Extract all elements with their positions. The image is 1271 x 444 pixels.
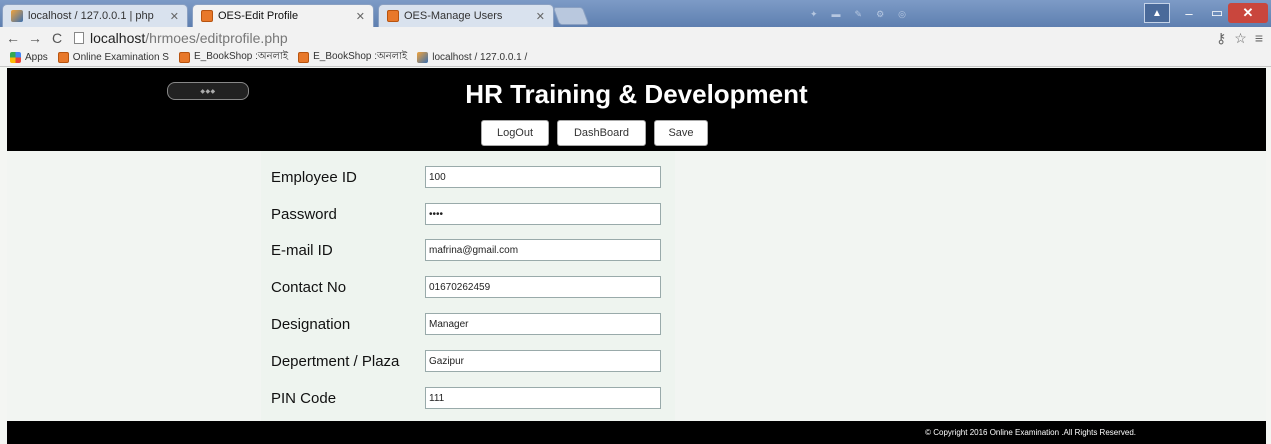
- employee-id-field[interactable]: [425, 166, 661, 188]
- designation-field[interactable]: [425, 313, 661, 335]
- employee-id-label: Employee ID: [271, 168, 357, 186]
- oes-icon: [201, 10, 213, 22]
- email-field[interactable]: [425, 239, 661, 261]
- tab-phpmyadmin[interactable]: localhost / 127.0.0.1 | php ✕: [2, 4, 188, 27]
- url-path: /hrmoes/editprofile.php: [145, 30, 288, 46]
- form-row-department: Depertment / Plaza: [271, 350, 661, 372]
- logout-button[interactable]: LogOut: [481, 120, 549, 146]
- phpmyadmin-icon: [11, 10, 23, 22]
- header-nav: LogOut DashBoard Save: [481, 120, 708, 146]
- form-row-designation: Designation: [271, 313, 661, 335]
- password-field[interactable]: [425, 203, 661, 225]
- browser-tabstrip: localhost / 127.0.0.1 | php ✕ OES-Edit P…: [0, 0, 1271, 27]
- bookmark-label: E_BookShop :অনলাই: [313, 51, 408, 62]
- oes-icon: [298, 52, 310, 63]
- oes-icon: [57, 52, 69, 63]
- form-row-contact: Contact No: [271, 276, 661, 298]
- window-close-icon[interactable]: ✕: [1228, 3, 1268, 23]
- ime-icon: ▬: [831, 9, 841, 19]
- ime-icon: ◎: [898, 8, 907, 19]
- bookmark-localhost[interactable]: localhost / 127.0.0.1 /: [417, 52, 527, 63]
- apps-icon: [10, 52, 21, 63]
- star-icon[interactable]: ☆: [1234, 30, 1247, 47]
- bookmark-label: E_BookShop :অনলাই: [193, 51, 289, 62]
- page-body: Employee ID Password E-mail ID Contact N…: [7, 151, 1266, 421]
- maximize-icon[interactable]: ▭: [1204, 3, 1230, 23]
- site-footer: © Copyright 2016 Online Examination .All…: [7, 421, 1266, 444]
- key-icon[interactable]: ⚷: [1216, 30, 1226, 47]
- form-row-email: E-mail ID: [271, 239, 661, 261]
- oes-icon: [178, 52, 190, 63]
- url-host: localhost: [90, 30, 146, 46]
- bookmark-online-examination[interactable]: Online Examination S: [57, 52, 169, 63]
- dashboard-button[interactable]: DashBoard: [557, 120, 646, 146]
- bookmark-label: Apps: [25, 52, 48, 63]
- user-icon[interactable]: ▲: [1144, 3, 1170, 23]
- contact-label: Contact No: [271, 278, 347, 296]
- close-icon[interactable]: ✕: [164, 10, 179, 23]
- close-icon[interactable]: ✕: [350, 10, 365, 23]
- phpmyadmin-icon: [417, 52, 429, 63]
- ime-icon: ⚙: [876, 8, 885, 19]
- pin-code-field[interactable]: [425, 387, 661, 409]
- contact-field[interactable]: [425, 276, 661, 298]
- form-row-password: Password: [271, 203, 661, 225]
- form-row-employee-id: Employee ID: [271, 166, 661, 188]
- minimize-icon[interactable]: –: [1176, 3, 1202, 23]
- menu-icon[interactable]: ≡: [1255, 30, 1263, 47]
- browser-toolbar: ← → C localhost/hrmoes/editprofile.php ⚷…: [0, 27, 1271, 49]
- bookmarks-bar: Apps Online Examination S E_BookShop :অন…: [0, 49, 1271, 67]
- bookmark-ebookshop-2[interactable]: E_BookShop :অনলাই: [298, 49, 407, 66]
- designation-label: Designation: [271, 315, 351, 333]
- department-label: Depertment / Plaza: [271, 352, 400, 370]
- site-header: ◆◆◆ HR Training & Development LogOut Das…: [7, 68, 1266, 151]
- reload-icon[interactable]: C: [48, 30, 66, 46]
- tab-label: OES-Edit Profile: [218, 10, 299, 22]
- page-icon: [74, 32, 84, 44]
- ime-icon: ✎: [854, 8, 863, 19]
- ime-icon: ✦: [810, 8, 818, 19]
- page-title: HR Training & Development: [465, 79, 808, 109]
- bookmark-label: localhost / 127.0.0.1 /: [432, 52, 528, 63]
- tab-manage-users[interactable]: OES-Manage Users ✕: [378, 4, 554, 27]
- bookmark-ebookshop-1[interactable]: E_BookShop :অনলাই: [178, 49, 289, 66]
- close-icon[interactable]: ✕: [530, 10, 545, 23]
- department-field[interactable]: [425, 350, 661, 372]
- email-label: E-mail ID: [271, 241, 333, 259]
- bookmark-apps[interactable]: Apps: [10, 52, 48, 63]
- pin-code-label: PIN Code: [271, 389, 337, 407]
- forward-icon[interactable]: →: [26, 30, 44, 46]
- edit-profile-form: Employee ID Password E-mail ID Contact N…: [261, 151, 675, 421]
- address-bar[interactable]: localhost/hrmoes/editprofile.php: [74, 30, 288, 46]
- form-row-pin-code: PIN Code: [271, 387, 661, 409]
- new-tab-button[interactable]: [552, 7, 590, 25]
- copyright-text: © Copyright 2016 Online Examination .All…: [925, 428, 1136, 437]
- oes-icon: [387, 10, 399, 22]
- tab-edit-profile[interactable]: OES-Edit Profile ✕: [192, 4, 374, 27]
- save-button[interactable]: Save: [654, 120, 708, 146]
- password-label: Password: [271, 205, 337, 223]
- tab-label: localhost / 127.0.0.1 | php: [28, 10, 154, 22]
- tab-label: OES-Manage Users: [404, 10, 503, 22]
- back-icon[interactable]: ←: [4, 30, 22, 46]
- bookmark-label: Online Examination S: [72, 52, 169, 63]
- language-bar: ✦ ▬ ✎ ⚙ ◎: [790, 5, 1030, 23]
